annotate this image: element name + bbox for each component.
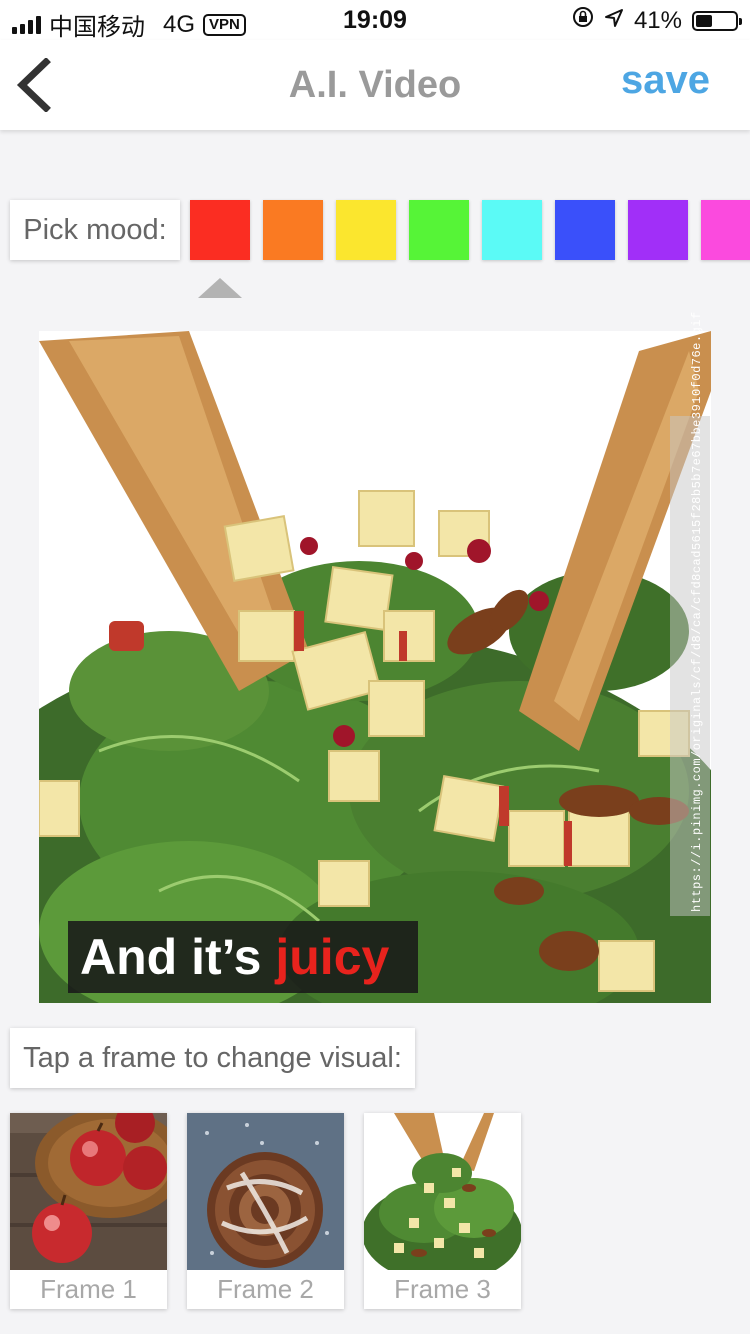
- battery-percent: 41%: [633, 6, 682, 34]
- frame-3-thumbnail-salad: [364, 1113, 521, 1270]
- mood-swatch-3[interactable]: [336, 200, 396, 260]
- frame-card-3[interactable]: Frame 3: [364, 1113, 521, 1309]
- frame-1-thumbnail-apples: [10, 1113, 167, 1270]
- caption-overlay: And it’s juicy: [68, 921, 418, 993]
- frames-label: Tap a frame to change visual:: [10, 1028, 415, 1088]
- main-visual-salad[interactable]: [39, 331, 711, 1003]
- mood-swatch-4[interactable]: [409, 200, 469, 260]
- caption-prefix: And it’s: [80, 929, 276, 985]
- mood-swatch-6[interactable]: [555, 200, 615, 260]
- save-button[interactable]: save: [621, 58, 710, 103]
- mood-swatch-7[interactable]: [628, 200, 688, 260]
- battery-icon: [692, 10, 742, 31]
- salad-image: [39, 331, 711, 1003]
- watermark-url: https://i.pinimg.com/originals/cf/d8/ca/…: [690, 311, 704, 912]
- mood-swatch-1[interactable]: [190, 200, 250, 260]
- mood-label: Pick mood:: [10, 200, 180, 260]
- frame-2-label: Frame 2: [217, 1274, 314, 1304]
- frame-3-label: Frame 3: [394, 1274, 491, 1304]
- mood-swatch-8[interactable]: [701, 200, 750, 260]
- caption-highlight: juicy: [275, 929, 390, 985]
- mood-swatch-2[interactable]: [263, 200, 323, 260]
- frame-1-label: Frame 1: [40, 1274, 137, 1304]
- mood-swatch-5[interactable]: [482, 200, 542, 260]
- status-right: 41%: [572, 6, 742, 35]
- status-bar: 中国移动 4G VPN 19:09 41%: [0, 0, 750, 41]
- frame-card-2[interactable]: Frame 2: [187, 1113, 344, 1309]
- frame-2-thumbnail-pastry: [187, 1113, 344, 1270]
- nav-bar: A.I. Video save: [0, 40, 750, 130]
- rotation-lock-icon: [572, 6, 594, 35]
- frame-card-1[interactable]: Frame 1: [10, 1113, 167, 1309]
- location-icon: [604, 7, 624, 35]
- selected-mood-indicator: [198, 278, 242, 298]
